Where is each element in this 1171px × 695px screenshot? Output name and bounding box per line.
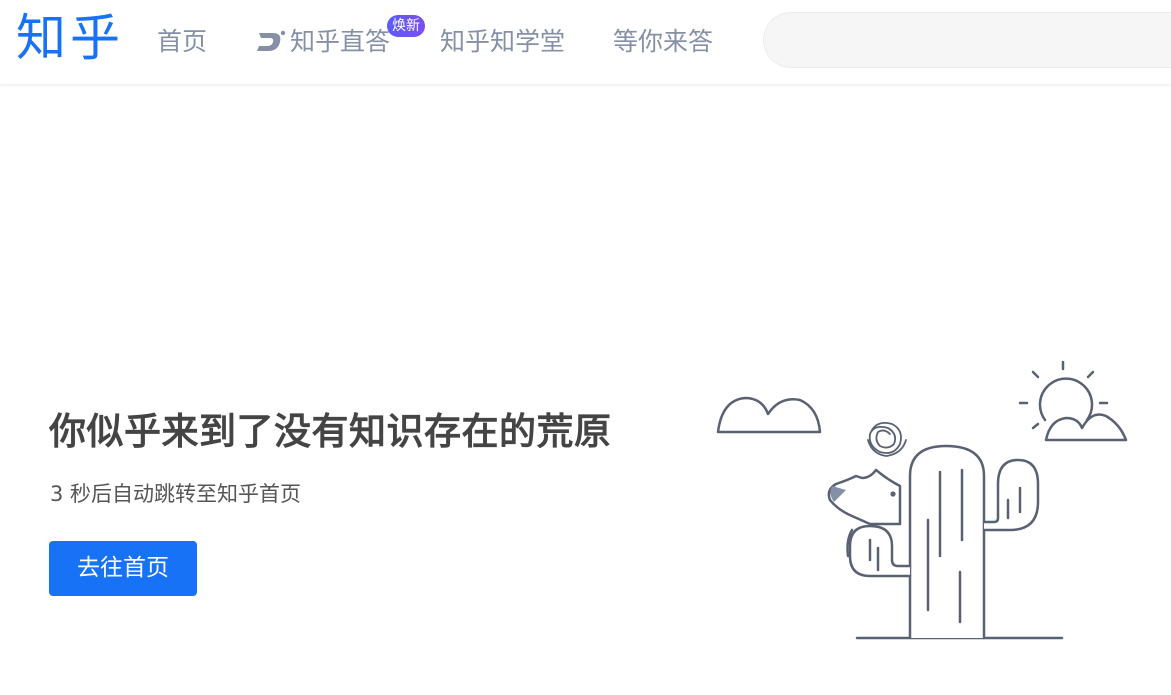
zhida-icon xyxy=(257,30,286,51)
go-home-button[interactable]: 去往首页 xyxy=(49,541,197,596)
desert-illustration xyxy=(716,360,1128,640)
new-badge: 焕新 xyxy=(387,15,425,37)
nav-waiting-answers[interactable]: 等你来答 xyxy=(613,22,713,62)
redirect-notice: 3 秒后自动跳转至知乎首页 xyxy=(50,482,302,506)
cloud-icon xyxy=(1044,413,1128,442)
zhihu-logo[interactable]: 知乎 xyxy=(16,6,124,70)
nav-home[interactable]: 首页 xyxy=(157,22,207,62)
top-navigation-bar: 知乎 首页 知乎直答 焕新 知乎知学堂 等你来答 xyxy=(0,0,1171,84)
nav-zhida[interactable]: 知乎直答 xyxy=(256,22,390,62)
scribble-icon xyxy=(867,421,907,457)
cloud-icon xyxy=(716,396,822,434)
search-input[interactable] xyxy=(763,12,1171,68)
nav-school[interactable]: 知乎知学堂 xyxy=(440,22,565,62)
page-title: 你似乎来到了没有知识存在的荒原 xyxy=(49,410,612,453)
nav-zhida-label: 知乎直答 xyxy=(290,27,391,56)
